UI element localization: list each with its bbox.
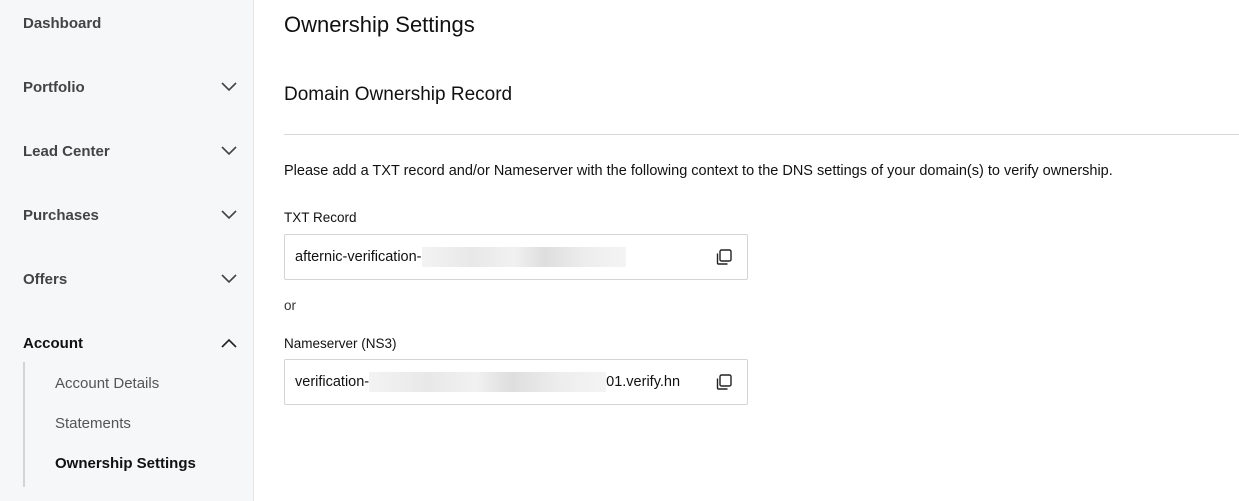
copy-icon[interactable] [713, 371, 735, 393]
redacted-value [421, 247, 626, 267]
sidebar-item-label: Portfolio [23, 78, 85, 96]
chevron-down-icon [220, 78, 238, 96]
sidebar: Dashboard Portfolio Lead Center Purchase… [0, 0, 254, 501]
nameserver-value-prefix: verification- [295, 374, 370, 390]
or-separator: or [284, 298, 297, 313]
sidebar-item-label: Offers [23, 270, 68, 288]
sidebar-item-account[interactable]: Account [0, 323, 254, 363]
sidebar-subitem-account-details[interactable]: Account Details [55, 368, 159, 398]
nameserver-label: Nameserver (NS3) [284, 336, 397, 351]
submenu-rail [23, 362, 25, 487]
chevron-down-icon [220, 142, 238, 160]
txt-record-field[interactable]: afternic-verification- [284, 234, 748, 280]
sidebar-item-label: Account [23, 334, 83, 352]
sidebar-item-purchases[interactable]: Purchases [0, 195, 254, 235]
sidebar-item-label: Dashboard [23, 14, 102, 32]
copy-icon[interactable] [713, 246, 735, 268]
chevron-down-icon [220, 270, 238, 288]
sidebar-item-lead-center[interactable]: Lead Center [0, 131, 254, 171]
sidebar-item-portfolio[interactable]: Portfolio [0, 67, 254, 107]
nameserver-field[interactable]: verification- 01.verify.hn [284, 359, 748, 405]
nameserver-value-suffix: 01.verify.hn [606, 374, 681, 390]
chevron-up-icon [220, 334, 238, 352]
sidebar-subitem-ownership-settings[interactable]: Ownership Settings [55, 448, 196, 478]
divider [284, 134, 1239, 135]
chevron-down-icon [220, 206, 238, 224]
section-title: Domain Ownership Record [284, 84, 513, 105]
sidebar-item-label: Lead Center [23, 142, 110, 160]
instructions-text: Please add a TXT record and/or Nameserve… [284, 163, 1113, 179]
redacted-value [369, 372, 607, 392]
txt-record-value: afternic-verification- [295, 249, 422, 265]
sidebar-item-label: Purchases [23, 206, 99, 224]
txt-record-label: TXT Record [284, 210, 357, 225]
page-title: Ownership Settings [284, 12, 475, 37]
sidebar-item-offers[interactable]: Offers [0, 259, 254, 299]
sidebar-subitem-statements[interactable]: Statements [55, 408, 131, 438]
sidebar-item-dashboard[interactable]: Dashboard [0, 3, 254, 43]
